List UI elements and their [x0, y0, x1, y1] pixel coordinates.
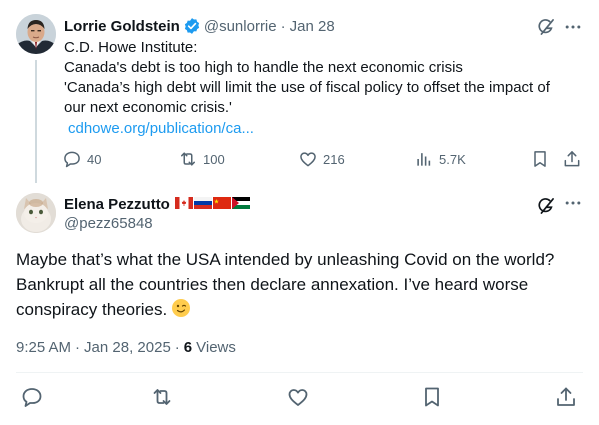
tweet-timestamp-row: 9:25 AM · Jan 28, 2025 · 6 Views — [16, 339, 236, 356]
tweet-text-line: Canada's debt is too high to handle the … — [64, 59, 463, 76]
views-icon — [414, 149, 434, 169]
tweet-text-segment: conspiracy theories. — [16, 300, 168, 319]
thread-connector-line — [35, 60, 37, 183]
avatar-lorrie-goldstein[interactable] — [16, 14, 56, 54]
bookmark-icon — [530, 149, 550, 169]
author-name[interactable]: Elena Pezzutto — [64, 196, 170, 213]
avatar-elena-pezzutto[interactable] — [16, 193, 56, 233]
grok-icon[interactable] — [536, 17, 556, 37]
parent-tweet-text: C.D. Howe Institute: Canada's debt is to… — [64, 38, 584, 118]
bookmark-icon — [420, 385, 444, 409]
repost-icon — [150, 385, 174, 409]
share-button[interactable] — [562, 149, 582, 169]
author-handle[interactable]: @pezz65848 — [64, 215, 153, 232]
author-name[interactable]: Lorrie Goldstein — [64, 18, 180, 35]
views-button[interactable]: 5.7K — [414, 149, 466, 169]
verified-badge-icon — [183, 17, 201, 35]
divider — [16, 372, 583, 373]
separator-dot: · — [174, 339, 180, 356]
tweet-text-line: our next economic crisis.' — [64, 99, 232, 116]
tweet-text-line-last: conspiracy theories. — [16, 297, 586, 325]
separator-dot: · — [75, 339, 81, 356]
main-tweet-author: Elena Pezzutto — [64, 194, 250, 214]
profile-flags — [174, 196, 250, 213]
views-count: 6 — [183, 339, 193, 356]
more-icon[interactable] — [563, 193, 583, 213]
views-label: Views — [196, 339, 236, 356]
author-handle[interactable]: @sunlorrie — [204, 18, 277, 35]
parent-tweet-header: Lorrie Goldstein @sunlorrie · Jan 28 — [64, 16, 335, 36]
tweet-text-line: Maybe that’s what the USA intended by un… — [16, 250, 555, 269]
repost-count: 100 — [203, 151, 225, 167]
repost-button[interactable] — [150, 385, 174, 409]
reply-icon — [20, 385, 44, 409]
china-flag-icon — [212, 196, 231, 213]
like-button[interactable] — [286, 385, 310, 409]
canada-flag-icon — [174, 196, 193, 213]
main-tweet-actions — [0, 385, 599, 411]
like-icon — [286, 385, 310, 409]
bookmark-button[interactable] — [530, 149, 550, 169]
share-button[interactable] — [554, 385, 578, 409]
tweet-time[interactable]: 9:25 AM — [16, 339, 71, 356]
like-button[interactable]: 216 — [298, 149, 345, 169]
like-count: 216 — [323, 151, 345, 167]
repost-icon — [178, 149, 198, 169]
share-icon — [554, 385, 578, 409]
palestine-flag-icon — [231, 196, 250, 213]
winking-face-emoji-icon — [171, 298, 191, 325]
reply-button[interactable] — [20, 385, 44, 409]
tweet-text-line: C.D. Howe Institute: — [64, 39, 198, 56]
repost-button[interactable]: 100 — [178, 149, 225, 169]
reply-icon — [62, 149, 82, 169]
tweet-date[interactable]: Jan 28, 2025 — [84, 339, 171, 356]
separator-dot: · — [280, 17, 286, 35]
tweet-link[interactable]: cdhowe.org/publication/ca... — [68, 120, 254, 137]
share-icon — [562, 149, 582, 169]
more-icon[interactable] — [563, 17, 583, 37]
views-count: 5.7K — [439, 151, 466, 167]
like-icon — [298, 149, 318, 169]
russia-flag-icon — [193, 196, 212, 213]
tweet-date[interactable]: Jan 28 — [290, 18, 335, 35]
reply-count: 40 — [87, 151, 102, 167]
tweet-text-line: 'Canada’s high debt will limit the use o… — [64, 79, 550, 96]
parent-tweet-actions: 40 100 216 5.7K — [62, 149, 592, 171]
grok-icon[interactable] — [536, 196, 556, 216]
main-tweet-text: Maybe that’s what the USA intended by un… — [16, 247, 586, 325]
reply-button[interactable]: 40 — [62, 149, 101, 169]
bookmark-button[interactable] — [420, 385, 444, 409]
tweet-text-line: Bankrupt all the countries then declare … — [16, 275, 529, 294]
